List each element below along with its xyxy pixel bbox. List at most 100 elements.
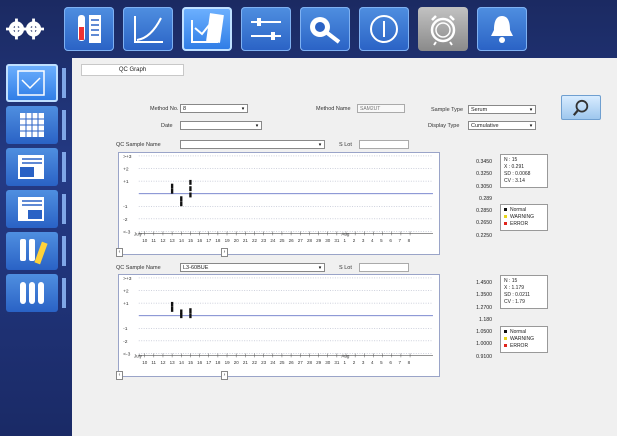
stat-n: N : 15: [504, 157, 518, 163]
maintenance-button[interactable]: [300, 7, 350, 51]
x-tick-label: 29: [316, 238, 322, 243]
qc-data-point: [189, 313, 192, 319]
s-lot-field: [359, 140, 409, 149]
chevron-down-icon: ▾: [529, 107, 533, 113]
scroll-left-button[interactable]: ‹: [116, 371, 123, 380]
x-tick-label: 24: [270, 360, 276, 365]
display-type-select[interactable]: Cumulative ▾: [468, 121, 536, 130]
x-tick-label: 18: [215, 360, 221, 365]
search-icon: [572, 99, 589, 116]
timer-button[interactable]: [418, 7, 468, 51]
calibration-curve-icon: [134, 16, 163, 43]
bell-icon: [491, 16, 513, 43]
method-no-value: 8: [183, 106, 187, 112]
y-tick-label: +1: [123, 301, 129, 307]
sidebar-item-tube-rack[interactable]: [6, 274, 66, 312]
qc-sample-name-select[interactable]: L3-60BUE ▾: [180, 263, 325, 272]
error-swatch: [504, 222, 507, 226]
scale-value: 0.3250: [476, 171, 492, 178]
x-tick-label: 26: [289, 238, 295, 243]
x-tick-label: 5: [380, 238, 383, 243]
qc-list-icon: [18, 197, 44, 221]
qc-data-point: [189, 179, 192, 185]
x-tick-label: 21: [243, 360, 249, 365]
x-tick-label: 5: [380, 360, 383, 365]
grid-table-icon: [20, 113, 44, 137]
power-icon: [370, 15, 398, 43]
x-month-label: July: [134, 231, 143, 236]
x-month-label: Aug: [341, 353, 350, 358]
scroll-left-button[interactable]: ‹: [116, 248, 123, 257]
sidebar-item-qc-calendar[interactable]: [6, 148, 66, 186]
scale-value: 0.289: [479, 195, 492, 202]
stat-mean: X : 0.291: [504, 164, 525, 170]
tube-rack-icon: [20, 282, 44, 304]
qc-button[interactable]: [182, 7, 232, 51]
settings-button[interactable]: [4, 7, 46, 51]
qc-sample-name-label: QC Sample Name: [116, 265, 161, 271]
qc-data-point: [180, 201, 183, 207]
sample-type-select[interactable]: Serum ▾: [468, 105, 536, 114]
x-tick-label: 11: [151, 238, 156, 243]
x-tick-label: 15: [188, 360, 194, 365]
communication-button[interactable]: [241, 7, 291, 51]
qc-sample-name-select[interactable]: ▾: [180, 140, 325, 149]
legend-label: Normal: [510, 207, 527, 213]
x-tick-label: 3: [362, 360, 365, 365]
display-type-value: Cumulative: [471, 123, 499, 129]
power-button[interactable]: [359, 7, 409, 51]
qc-calendar-list-icon: [18, 155, 44, 179]
stat-mean: X : 1.179: [504, 285, 525, 291]
x-tick-label: 13: [170, 238, 176, 243]
y-tick-label: -2: [123, 217, 128, 223]
search-button[interactable]: [561, 95, 601, 120]
warning-swatch: [504, 337, 507, 341]
qc-sample-name-value: L3-60BUE: [183, 265, 209, 271]
x-tick-label: 13: [170, 360, 176, 365]
sidebar-item-qc-list[interactable]: [6, 190, 66, 228]
legend-warning: WARNING: [504, 214, 544, 221]
scale-value: 1.2700: [476, 304, 492, 311]
x-tick-label: 6: [389, 238, 392, 243]
reagent-tubes-icon: [20, 239, 48, 265]
sidebar-item-qc-graph[interactable]: [6, 64, 66, 102]
alarm-button[interactable]: [477, 7, 527, 51]
y-tick-label: -1: [123, 204, 128, 210]
scroll-right-button[interactable]: ›: [221, 248, 228, 257]
legend-label: WARNING: [510, 336, 534, 342]
x-tick-label: 12: [161, 238, 167, 243]
method-no-select[interactable]: 8 ▾: [180, 104, 248, 113]
x-tick-label: 30: [325, 238, 331, 243]
scale-value: 0.2850: [476, 208, 492, 215]
date-select[interactable]: ▾: [180, 121, 262, 130]
x-tick-label: 31: [334, 360, 340, 365]
scale-value: 1.3500: [476, 292, 492, 299]
x-tick-label: 8: [408, 238, 411, 243]
calibration-button[interactable]: [123, 7, 173, 51]
legend-normal: Normal: [504, 329, 544, 336]
legend-label: ERROR: [510, 343, 529, 349]
x-tick-label: 12: [161, 360, 167, 365]
y-tick-label: +1: [123, 179, 129, 185]
legend-error: ERROR: [504, 343, 544, 350]
method-no-label: Method No.: [150, 106, 179, 112]
chevron-down-icon: ▾: [318, 265, 322, 271]
warning-swatch: [504, 215, 507, 219]
chevron-down-icon: ▾: [318, 142, 322, 148]
sidebar-item-qc-table[interactable]: [6, 106, 66, 144]
alarm-clock-icon: [430, 15, 456, 46]
qc-sample-name-label: QC Sample Name: [116, 142, 161, 148]
sample-list-button[interactable]: [64, 7, 114, 51]
y-tick-label: >+3: [123, 276, 132, 282]
legend-warning: WARNING: [504, 336, 544, 343]
x-tick-label: 3: [362, 238, 365, 243]
normal-swatch: [504, 330, 507, 334]
value-scale-2: 1.4500 1.3500 1.2700 1.180 1.0500 1.0000 0.910…: [464, 277, 492, 363]
stat-cv: CV : 1.79: [504, 299, 525, 305]
legend-normal: Normal: [504, 207, 544, 214]
x-tick-label: 18: [215, 238, 221, 243]
sidebar-item-reagents[interactable]: [6, 232, 66, 270]
x-tick-label: 29: [316, 360, 322, 365]
scroll-right-button[interactable]: ›: [221, 371, 228, 380]
y-tick-label: -1: [123, 326, 128, 332]
